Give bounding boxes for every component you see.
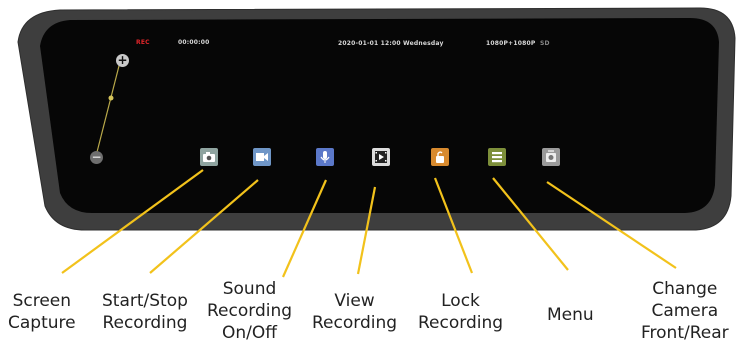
recording-timer: 00:00:00 [178,39,210,46]
label-lock-recording: Lock Recording [418,291,504,333]
film-play-icon [375,151,387,163]
date-time-display: 2020-01-01 12:00 Wednesday [338,40,444,47]
start-stop-recording-button[interactable] [253,148,271,166]
sd-card-icon: SD [540,40,550,47]
label-menu: Menu [547,305,594,325]
screen-capture-button[interactable] [200,148,218,166]
label-start-stop-recording: Start/Stop Recording [102,291,188,333]
label-view-recording: View Recording [312,291,398,333]
view-recording-button[interactable] [372,148,390,166]
resolution-display: 1080P+1080P [486,40,536,47]
lock-recording-button[interactable] [431,148,449,166]
change-camera-button[interactable] [542,148,560,166]
menu-list-icon [492,152,502,163]
unlock-icon [436,151,444,163]
camera-switch-icon [546,150,556,162]
zoom-out-button[interactable]: − [90,151,103,164]
zoom-level-handle[interactable] [108,95,114,101]
label-change-camera: Change Camera Front/Rear [641,279,729,343]
microphone-icon [320,151,330,163]
sound-recording-button[interactable] [316,148,334,166]
device-screen [40,18,719,213]
video-camera-icon [256,153,268,161]
rec-indicator: REC [136,39,150,46]
label-screen-capture: Screen Capture [8,291,76,333]
camera-icon [203,152,215,162]
label-sound-recording: Sound Recording On/Off [207,279,293,343]
menu-button[interactable] [488,148,506,166]
zoom-in-button[interactable]: + [116,54,129,67]
